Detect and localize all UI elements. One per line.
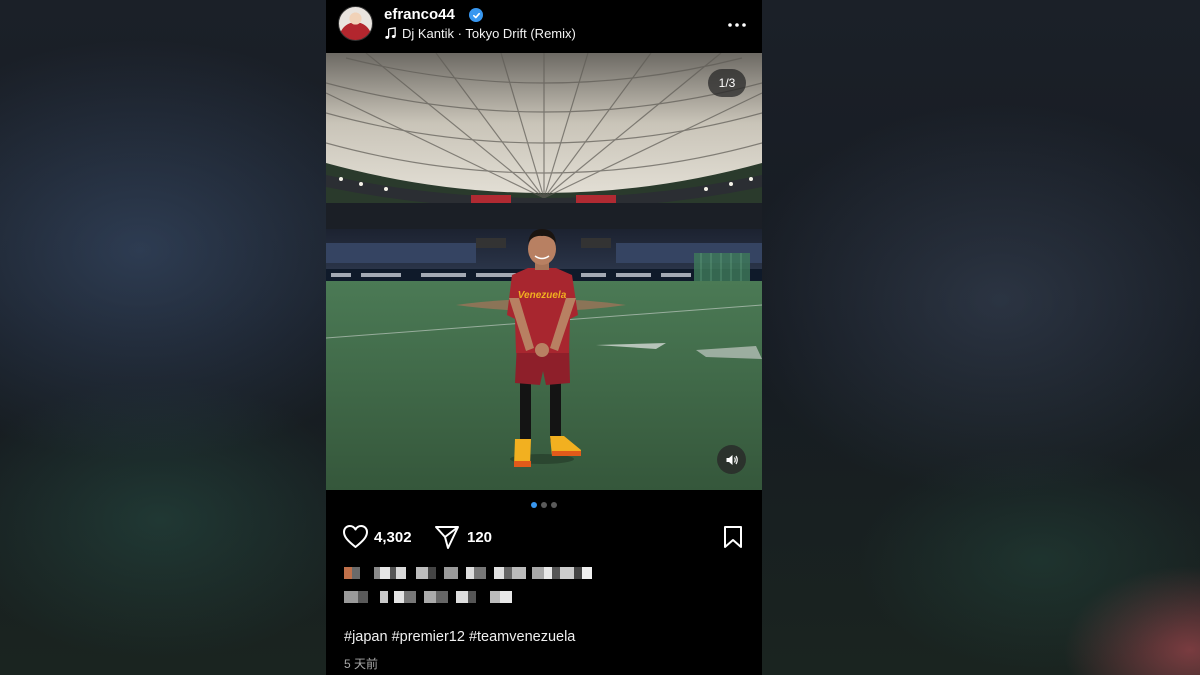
post-timestamp: 5 天前 <box>344 657 379 671</box>
music-track-link[interactable]: Dj Kantik · Tokyo Drift (Remix) <box>402 26 576 41</box>
carousel-dot-1[interactable] <box>531 502 537 508</box>
hashtag-link[interactable]: #premier12 <box>392 629 465 645</box>
post-panel: efranco44 Dj Kantik · Tokyo Drift (Remix… <box>326 0 762 675</box>
carousel-indicator <box>326 502 762 508</box>
carousel-dot-2[interactable] <box>541 502 547 508</box>
send-icon[interactable] <box>434 524 460 550</box>
post-header: efranco44 Dj Kantik · Tokyo Drift (Remix… <box>326 0 762 52</box>
speaker-icon[interactable] <box>717 445 746 474</box>
hashtag-link[interactable]: #japan <box>344 629 388 645</box>
svg-text:Venezuela: Venezuela <box>518 290 567 301</box>
verified-badge-icon <box>469 8 483 22</box>
hashtag-link[interactable]: #teamvenezuela <box>469 629 575 645</box>
post-media-image[interactable]: Venezuela 1/3 <box>326 53 762 490</box>
caption-obscured-line-1 <box>344 566 592 580</box>
caption-obscured-line-2 <box>344 590 512 604</box>
username[interactable]: efranco44 <box>384 6 455 23</box>
action-bar: 4,302 120 <box>326 520 762 554</box>
music-note-icon <box>385 27 396 39</box>
bookmark-icon[interactable] <box>722 525 744 549</box>
media-counter: 1/3 <box>708 69 746 97</box>
share-count[interactable]: 120 <box>467 529 492 546</box>
heart-icon[interactable] <box>342 524 369 549</box>
more-horizontal-icon[interactable] <box>726 14 748 36</box>
hashtag-line: #japan #premier12 #teamvenezuela <box>344 629 575 645</box>
carousel-dot-3[interactable] <box>551 502 557 508</box>
avatar[interactable] <box>338 6 373 41</box>
like-count[interactable]: 4,302 <box>374 529 412 546</box>
